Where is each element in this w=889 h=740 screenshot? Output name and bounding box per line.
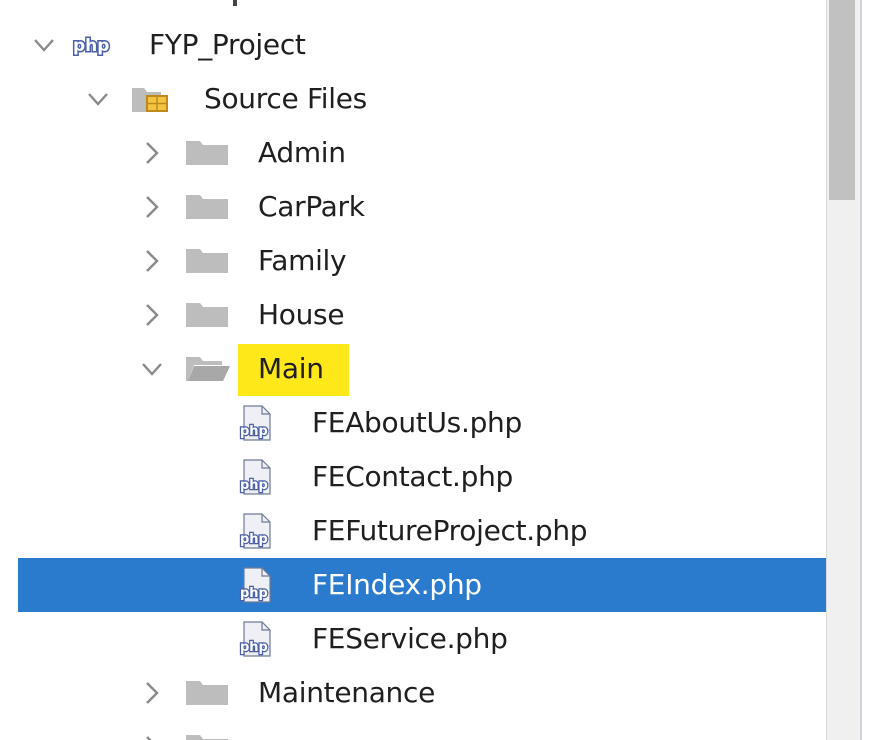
source-folder-icon bbox=[130, 85, 176, 113]
php-file-icon: php bbox=[238, 513, 278, 549]
chevron-down-icon[interactable] bbox=[86, 84, 110, 114]
php-file-icon: php bbox=[238, 459, 278, 495]
php-file-icon: php bbox=[238, 405, 278, 441]
tree-item-label: FEFutureProject.php bbox=[312, 514, 588, 547]
chevron-down-icon[interactable] bbox=[140, 354, 164, 384]
tree-item-label: FEIndex.php bbox=[312, 568, 482, 601]
chevron-right-icon[interactable] bbox=[140, 138, 164, 168]
tree-item-fecontact[interactable]: php FEContact.php bbox=[18, 450, 826, 504]
svg-text:php: php bbox=[240, 532, 268, 547]
chevron-right-icon[interactable] bbox=[140, 732, 164, 740]
chevron-right-icon[interactable] bbox=[140, 246, 164, 276]
tree-item-label: FEAboutUs.php bbox=[312, 406, 522, 439]
folder-icon bbox=[184, 301, 230, 329]
chevron-right-icon[interactable] bbox=[140, 678, 164, 708]
tree-item-fefutureproject[interactable]: php FEFutureProject.php bbox=[18, 504, 826, 558]
tree-item-feservice[interactable]: php FEService.php bbox=[18, 612, 826, 666]
svg-text:php: php bbox=[240, 478, 268, 493]
svg-text:php: php bbox=[240, 586, 268, 601]
tree-item-fyp-project[interactable]: php FYP_Project bbox=[18, 18, 826, 72]
chevron-right-icon[interactable] bbox=[140, 192, 164, 222]
folder-icon bbox=[184, 193, 230, 221]
tree-item-feindex[interactable]: php FEIndex.php bbox=[18, 558, 826, 612]
tree-item-main[interactable]: Main bbox=[18, 342, 826, 396]
tree-item-label: Family bbox=[258, 244, 347, 277]
folder-icon bbox=[184, 139, 230, 167]
svg-text:php: php bbox=[240, 424, 268, 439]
adjacent-panel-edge bbox=[860, 0, 889, 740]
tree-item-label: FEContact.php bbox=[312, 460, 514, 493]
tree-item-label: Admin bbox=[258, 136, 346, 169]
chevron-down-icon[interactable] bbox=[32, 30, 56, 60]
project-tree: php FYP_Project Source Files Admin CarPa… bbox=[0, 0, 826, 740]
tree-item-family[interactable]: Family bbox=[18, 234, 826, 288]
folder-icon bbox=[184, 733, 230, 740]
chevron-right-icon[interactable] bbox=[140, 300, 164, 330]
tree-item-label: Main bbox=[258, 352, 324, 385]
folder-icon bbox=[184, 679, 230, 707]
tree-item-partial[interactable] bbox=[18, 720, 826, 740]
svg-text:php: php bbox=[73, 36, 109, 56]
vertical-scrollbar-thumb[interactable] bbox=[829, 0, 855, 200]
tree-item-label: CarPark bbox=[258, 190, 365, 223]
php-file-icon: php bbox=[238, 621, 278, 657]
tree-item-label: FEService.php bbox=[312, 622, 508, 655]
tree-item-label: House bbox=[258, 298, 345, 331]
svg-text:php: php bbox=[240, 640, 268, 655]
project-explorer-window: php FYP_Project Source Files Admin CarPa… bbox=[0, 0, 889, 740]
tree-item-label: Source Files bbox=[204, 82, 367, 115]
tree-item-house[interactable]: House bbox=[18, 288, 826, 342]
tree-item-feaboutus[interactable]: php FEAboutUs.php bbox=[18, 396, 826, 450]
tree-item-label: FYP_Project bbox=[149, 28, 306, 61]
folder-icon bbox=[184, 247, 230, 275]
tree-item-carpark[interactable]: CarPark bbox=[18, 180, 826, 234]
tree-item-maintenance[interactable]: Maintenance bbox=[18, 666, 826, 720]
php-project-icon: php bbox=[72, 30, 122, 60]
tree-item-label: Maintenance bbox=[258, 676, 436, 709]
tree-item-admin[interactable]: Admin bbox=[18, 126, 826, 180]
php-file-icon: php bbox=[238, 567, 278, 603]
tree-item-source-files[interactable]: Source Files bbox=[18, 72, 826, 126]
open-folder-icon bbox=[184, 355, 230, 383]
